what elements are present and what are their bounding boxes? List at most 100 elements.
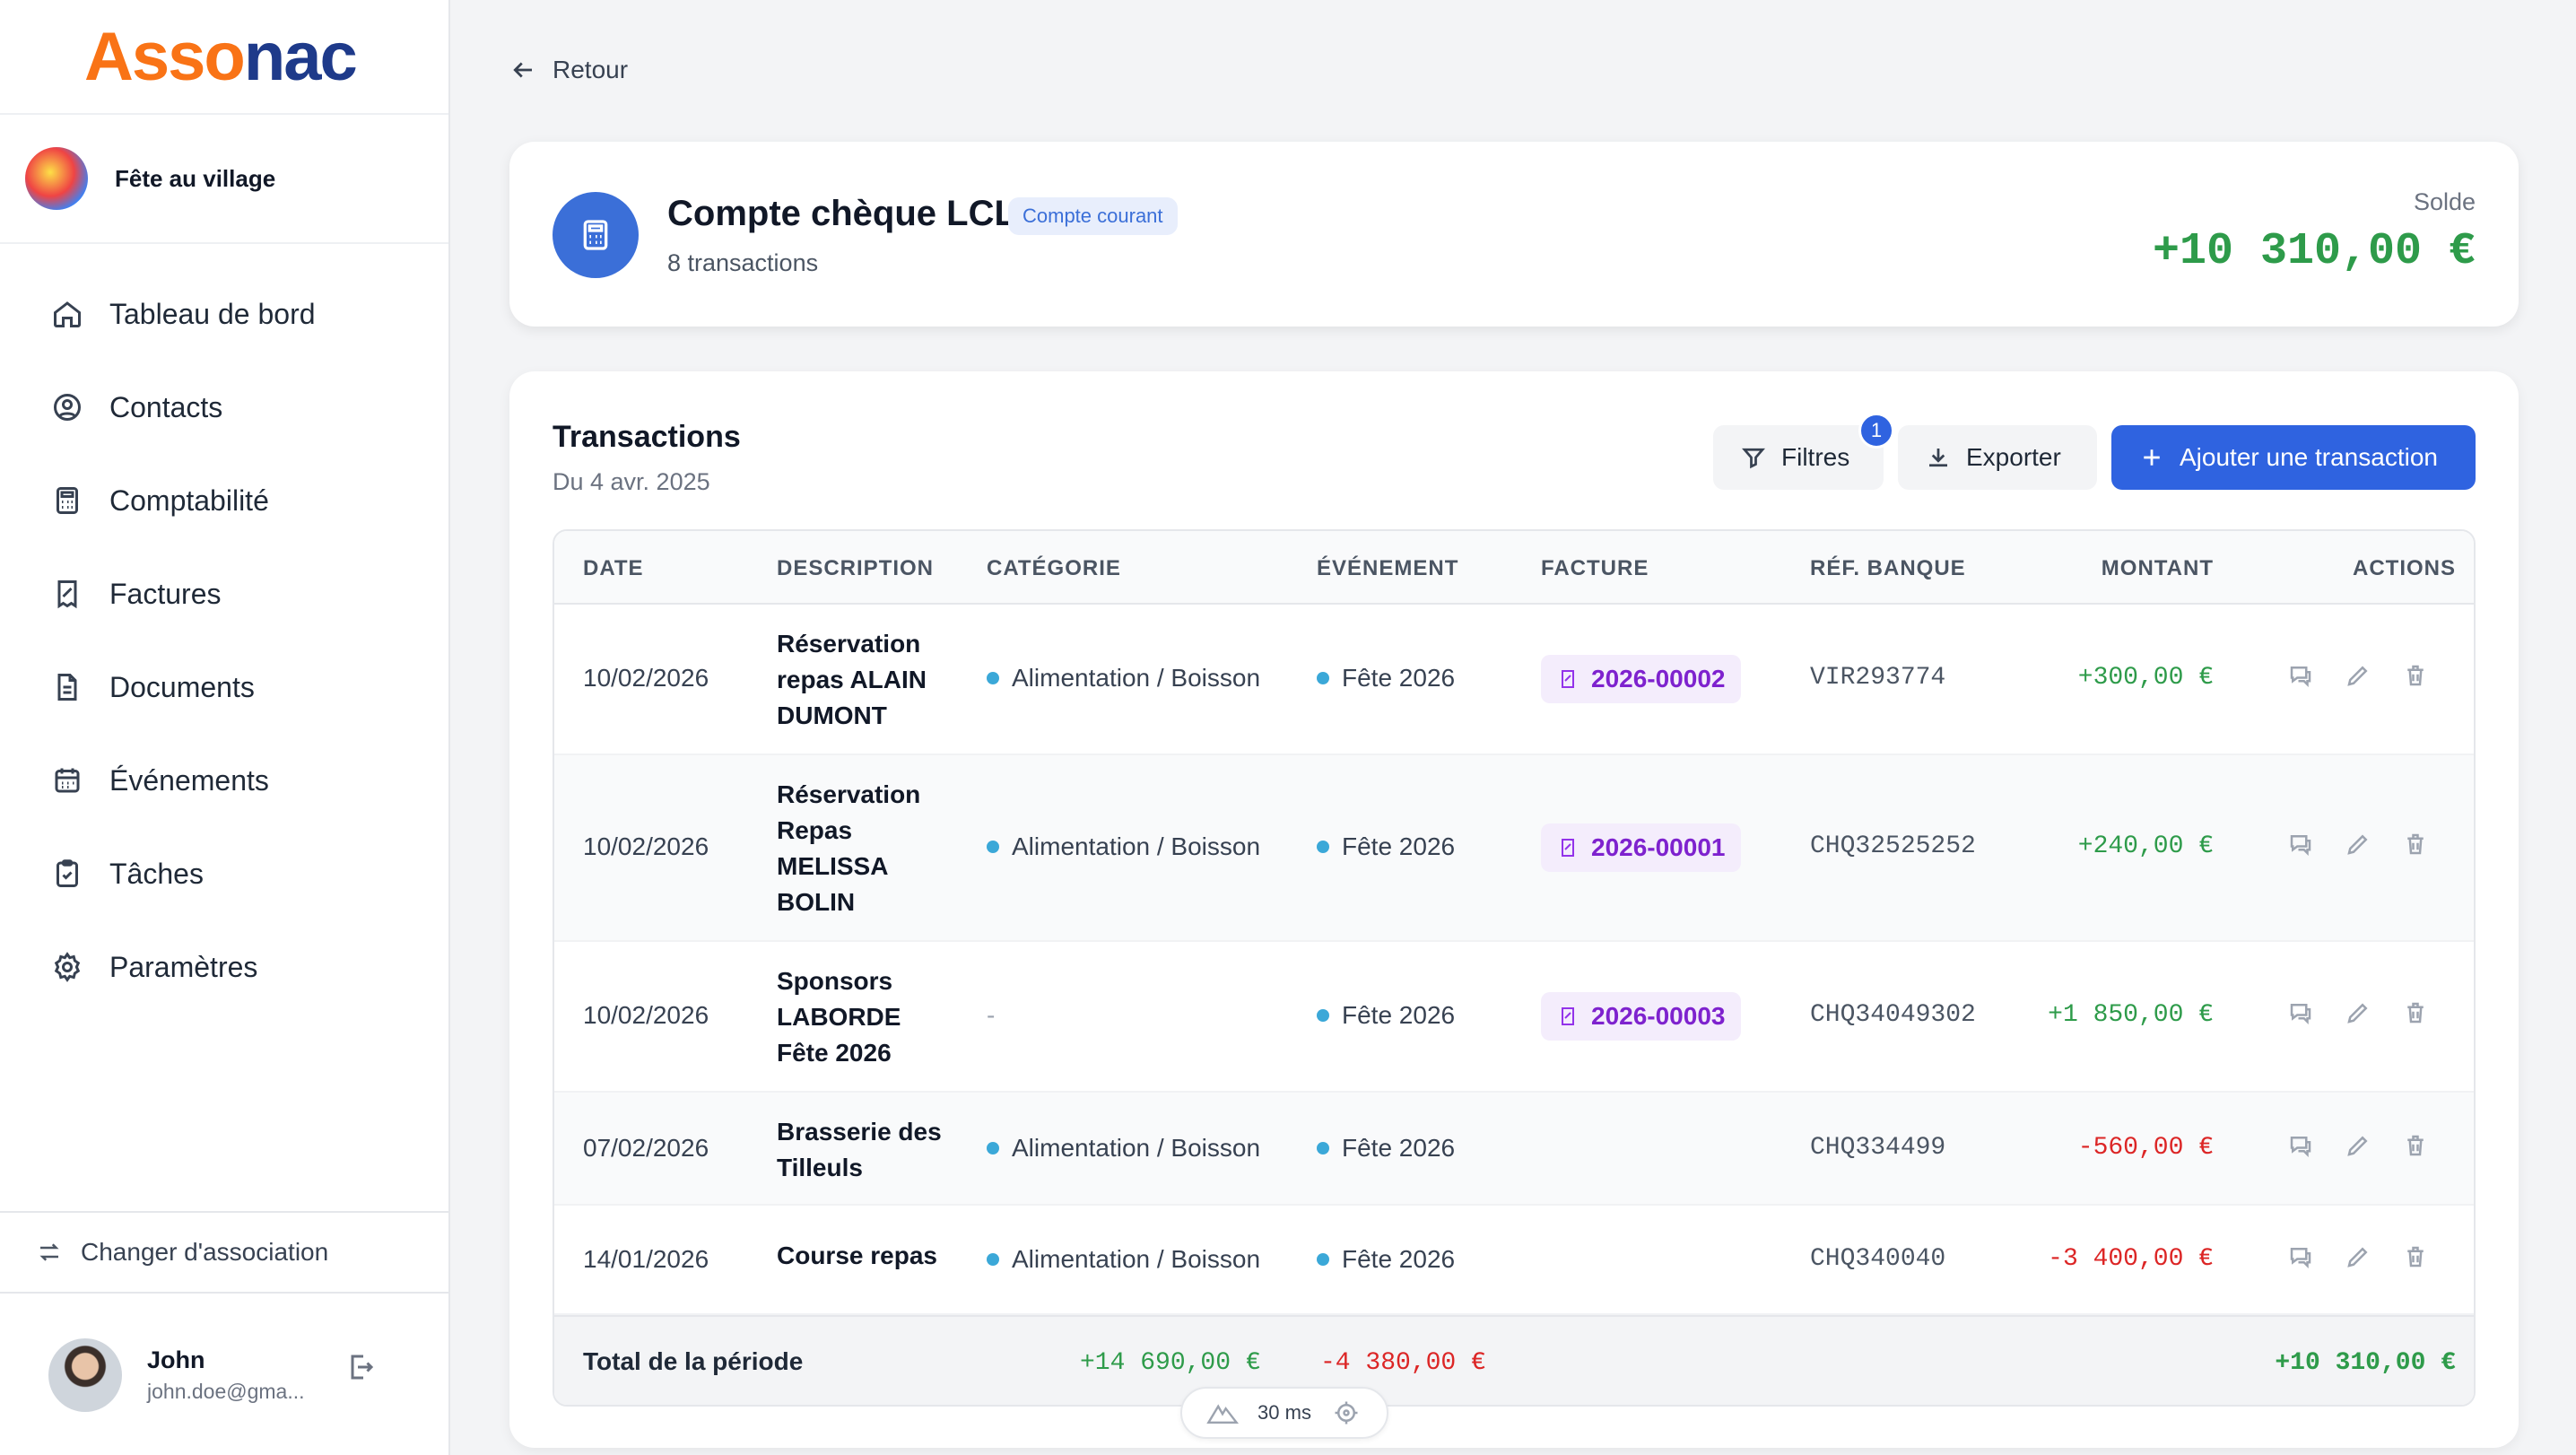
current-association[interactable]: Fête au village xyxy=(0,115,448,244)
column-header-date[interactable]: DATE xyxy=(583,556,644,581)
comment-icon[interactable] xyxy=(2285,1242,2316,1272)
export-label: Exporter xyxy=(1966,443,2061,471)
comment-icon[interactable] xyxy=(2285,1130,2316,1161)
nav-label: Comptabilité xyxy=(109,484,269,517)
trash-icon[interactable] xyxy=(2400,1242,2431,1272)
row-category-label: Alimentation / Boisson xyxy=(1012,1245,1261,1273)
row-description: Course repas xyxy=(777,1242,937,1269)
row-category-label: Alimentation / Boisson xyxy=(1012,832,1261,860)
row-event: Fête 2026 xyxy=(1317,832,1455,861)
table-row[interactable]: 10/02/2026 Réservation Repas MELISSA BOL… xyxy=(554,755,2474,942)
logo-text: Assonac xyxy=(84,18,358,95)
nuxt-logo-icon[interactable] xyxy=(1205,1399,1239,1426)
comment-icon[interactable] xyxy=(2285,829,2316,859)
column-header-actions: ACTIONS xyxy=(2353,556,2456,580)
row-category: Alimentation / Boisson xyxy=(987,1245,1260,1274)
nav-item-events[interactable]: Événements xyxy=(0,734,448,827)
invoice-link[interactable]: 2026-00003 xyxy=(1541,992,1742,1041)
nav-label: Paramètres xyxy=(109,950,258,983)
row-actions xyxy=(2285,829,2431,859)
trash-icon[interactable] xyxy=(2400,1130,2431,1161)
edit-icon[interactable] xyxy=(2343,660,2373,691)
filters-button[interactable]: Filtres xyxy=(1713,425,1884,490)
column-header-invoice[interactable]: FACTURE xyxy=(1541,556,1649,581)
render-timing: 30 ms xyxy=(1258,1401,1311,1424)
gear-icon xyxy=(50,950,84,984)
nav-item-dashboard[interactable]: Tableau de bord xyxy=(0,267,448,361)
nav-item-accounting[interactable]: Comptabilité xyxy=(0,454,448,547)
nav-item-tasks[interactable]: Tâches xyxy=(0,827,448,920)
receipt-icon xyxy=(1562,670,1574,688)
invoice-number: 2026-00001 xyxy=(1591,833,1726,861)
table-header: DATE DESCRIPTION CATÉGORIE ÉVÉNEMENT FAC… xyxy=(554,531,2474,605)
home-icon xyxy=(50,297,84,331)
receipt-icon xyxy=(1562,839,1574,857)
edit-icon[interactable] xyxy=(2343,1130,2373,1161)
category-dot xyxy=(987,671,999,684)
edit-icon[interactable] xyxy=(2343,1242,2373,1272)
logout-icon[interactable] xyxy=(344,1351,380,1387)
comment-icon[interactable] xyxy=(2285,660,2316,691)
row-date: 07/02/2026 xyxy=(583,1134,709,1162)
category-dot xyxy=(987,1252,999,1266)
nav-label: Factures xyxy=(109,577,222,610)
account-card: Compte chèque LCL Compte courant 8 trans… xyxy=(509,142,2519,327)
switch-association-button[interactable]: Changer d'association xyxy=(0,1211,448,1294)
row-description: Sponsors LABORDE Fête 2026 xyxy=(777,967,901,1067)
nav-item-contacts[interactable]: Contacts xyxy=(0,361,448,454)
column-header-event[interactable]: ÉVÉNEMENT xyxy=(1317,556,1458,581)
row-actions xyxy=(2285,1242,2431,1272)
row-event-label: Fête 2026 xyxy=(1342,1134,1456,1162)
receipt-icon xyxy=(1562,1007,1574,1025)
filters-count-badge: 1 xyxy=(1858,413,1894,449)
total-income: +14 690,00 € xyxy=(1080,1349,1261,1377)
invoice-number: 2026-00002 xyxy=(1591,665,1726,693)
nav-label: Événements xyxy=(109,763,269,797)
nav-label: Tâches xyxy=(109,857,204,890)
user-profile: John john.doe@gma... xyxy=(0,1295,448,1455)
row-event: Fête 2026 xyxy=(1317,1001,1455,1030)
edit-icon[interactable] xyxy=(2343,829,2373,859)
nav-label: Contacts xyxy=(109,390,223,423)
add-transaction-button[interactable]: Ajouter une transaction xyxy=(2111,425,2476,490)
row-bank-ref: CHQ34049302 xyxy=(1810,1001,1976,1029)
row-description: Réservation repas ALAIN DUMONT xyxy=(777,630,927,729)
table-row[interactable]: 07/02/2026 Brasserie des Tilleuls Alimen… xyxy=(554,1093,2474,1206)
column-header-amount[interactable]: MONTANT xyxy=(2102,556,2214,581)
table-row[interactable]: 10/02/2026 Sponsors LABORDE Fête 2026 - … xyxy=(554,942,2474,1093)
nav-item-settings[interactable]: Paramètres xyxy=(0,920,448,1014)
edit-icon[interactable] xyxy=(2343,998,2373,1028)
trash-icon[interactable] xyxy=(2400,998,2431,1028)
export-button[interactable]: Exporter xyxy=(1898,425,2097,490)
table-row[interactable]: 14/01/2026 Course repas Alimentation / B… xyxy=(554,1206,2474,1315)
event-dot xyxy=(1317,671,1329,684)
column-header-bank-ref[interactable]: RÉF. BANQUE xyxy=(1810,556,1966,581)
nav-item-invoices[interactable]: Factures xyxy=(0,547,448,640)
table-row[interactable]: 10/02/2026 Réservation repas ALAIN DUMON… xyxy=(554,605,2474,755)
row-bank-ref: CHQ334499 xyxy=(1810,1134,1946,1162)
total-expense: -4 380,00 € xyxy=(1320,1349,1486,1377)
trash-icon[interactable] xyxy=(2400,660,2431,691)
document-icon xyxy=(50,670,84,704)
back-link[interactable]: Retour xyxy=(509,56,628,84)
avatar[interactable] xyxy=(48,1338,122,1412)
transactions-title: Transactions xyxy=(553,420,741,454)
row-actions xyxy=(2285,998,2431,1028)
row-category: Alimentation / Boisson xyxy=(987,1134,1260,1163)
row-amount: +1 850,00 € xyxy=(2048,1001,2214,1029)
trash-icon[interactable] xyxy=(2400,829,2431,859)
category-dot xyxy=(987,840,999,853)
invoice-link[interactable]: 2026-00001 xyxy=(1541,823,1742,872)
app-logo[interactable]: Assonac xyxy=(0,0,448,115)
invoice-link[interactable]: 2026-00002 xyxy=(1541,655,1742,703)
column-header-category[interactable]: CATÉGORIE xyxy=(987,556,1121,581)
nav-label: Documents xyxy=(109,670,255,703)
row-actions xyxy=(2285,1130,2431,1161)
nav-item-documents[interactable]: Documents xyxy=(0,640,448,734)
add-transaction-label: Ajouter une transaction xyxy=(2180,443,2438,471)
crosshair-icon[interactable] xyxy=(1330,1399,1362,1426)
account-type-badge: Compte courant xyxy=(1008,197,1178,235)
row-amount: +300,00 € xyxy=(2077,664,2214,692)
comment-icon[interactable] xyxy=(2285,998,2316,1028)
column-header-description[interactable]: DESCRIPTION xyxy=(777,556,934,581)
